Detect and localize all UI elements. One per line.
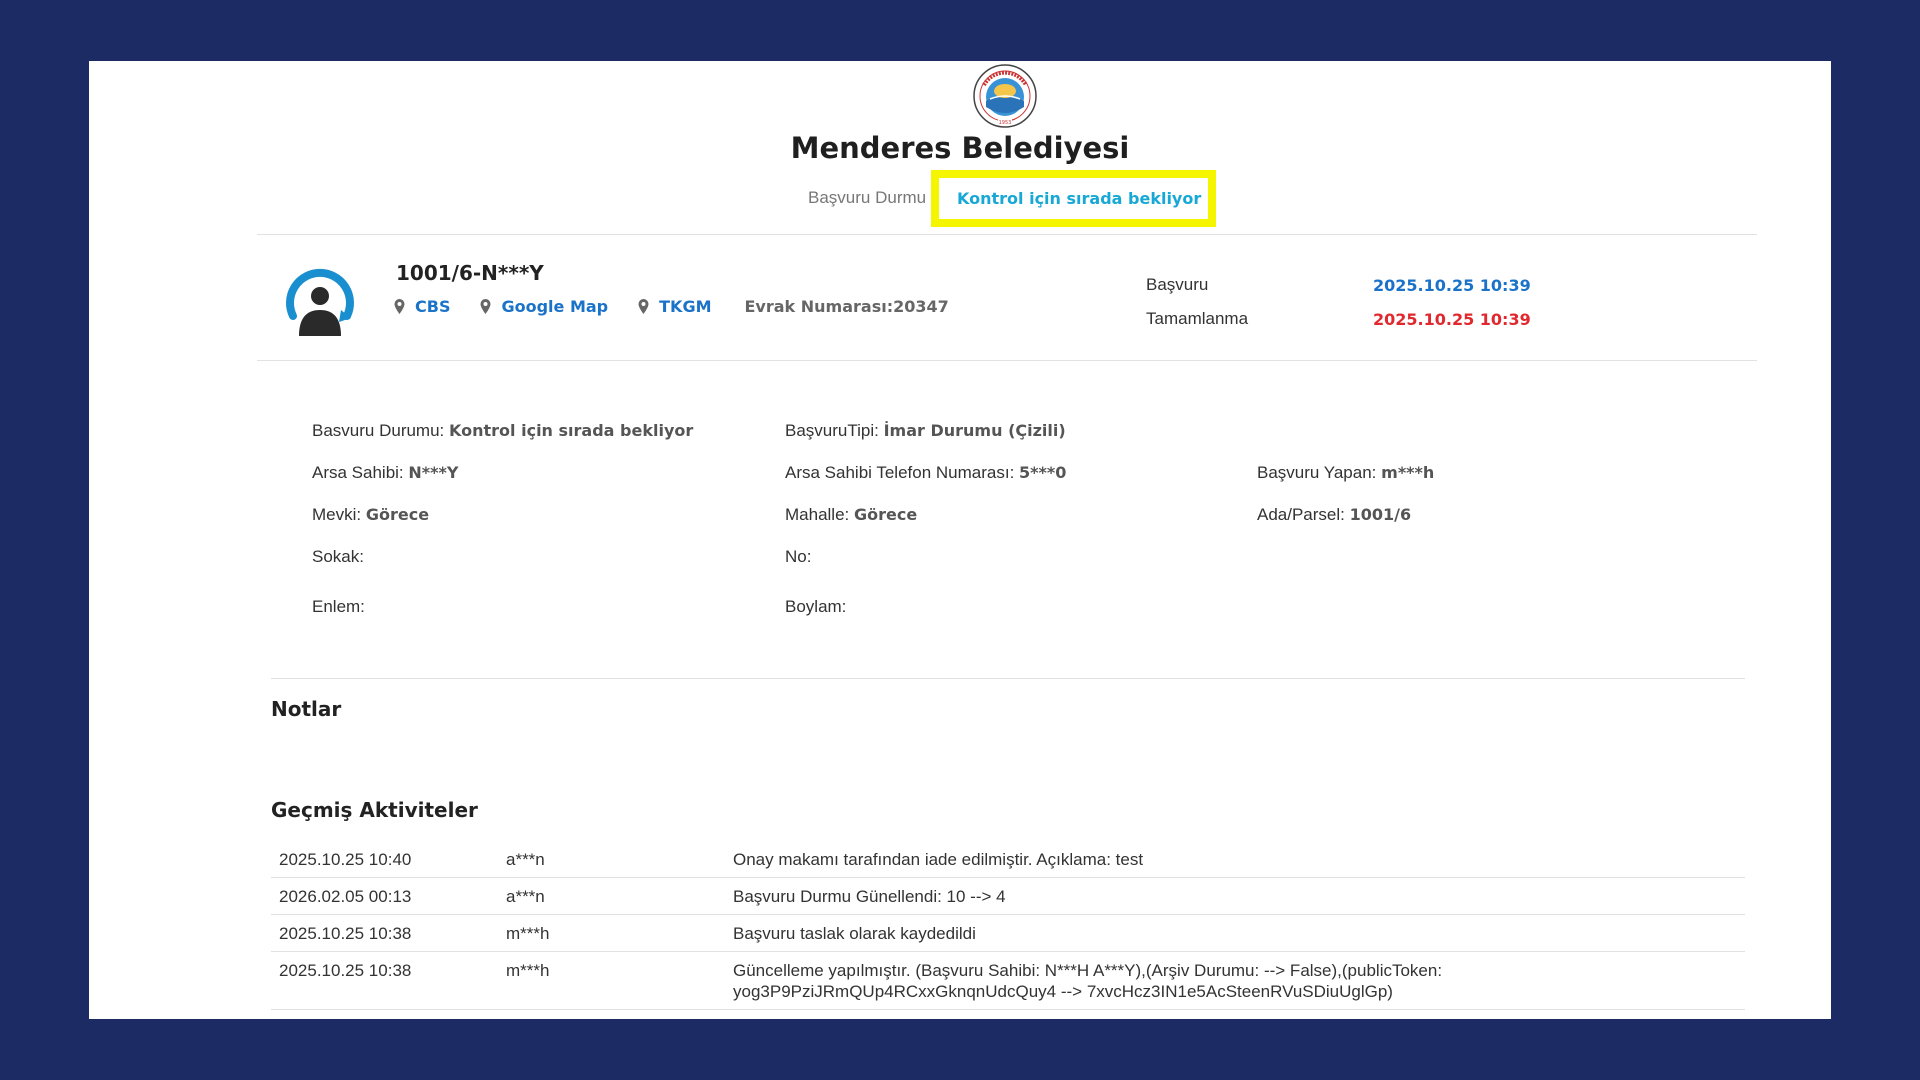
divider (257, 234, 1757, 235)
application-date-value: 2025.10.25 10:39 (1373, 275, 1531, 295)
completion-date-value: 2025.10.25 10:39 (1373, 309, 1531, 329)
detail-label: Başvuru Yapan: (1257, 463, 1377, 482)
application-date-label: Başvuru (1146, 275, 1209, 294)
activities-table: 2025.10.25 10:40 a***n Onay makamı taraf… (271, 841, 1745, 1010)
activity-user: a***n (498, 877, 725, 915)
google-map-link-label: Google Map (501, 297, 609, 316)
detail-latitude: Enlem: (312, 597, 365, 617)
table-row: 2025.10.25 10:38 m***h Güncelleme yapılm… (271, 951, 1745, 1010)
activity-user: m***h (498, 951, 725, 1010)
detail-label: Enlem: (312, 597, 365, 616)
detail-value: 1001/6 (1349, 505, 1412, 524)
detail-label: Boylam: (785, 597, 847, 616)
location-links: CBS Google Map TKGM Evrak Numarası:20347 (394, 297, 949, 316)
detail-application-status: Basvuru Durumu: Kontrol için sırada bekl… (312, 421, 693, 441)
detail-label: Basvuru Durumu: (312, 421, 445, 440)
cbs-link-label: CBS (415, 297, 451, 316)
date-block: Başvuru 2025.10.25 10:39 Tamamlanma 2025… (1146, 268, 1531, 336)
detail-label: Ada/Parsel: (1257, 505, 1345, 524)
applicant-avatar-icon (286, 269, 354, 336)
detail-value: 5***0 (1019, 463, 1067, 482)
cbs-link[interactable]: CBS (394, 297, 450, 316)
activity-user: m***h (498, 914, 725, 952)
divider (257, 360, 1757, 361)
detail-number: No: (785, 547, 811, 567)
detail-owner-phone: Arsa Sahibi Telefon Numarası: 5***0 (785, 463, 1066, 483)
table-row: 2025.10.25 10:38 m***h Başvuru taslak ol… (271, 914, 1745, 952)
status-label: Başvuru Durmu (808, 188, 927, 207)
notes-title: Notlar (271, 697, 342, 721)
detail-label: Mahalle: (785, 505, 850, 524)
status-value: Kontrol için sırada bekliyor (957, 189, 1202, 208)
completion-date-row: Tamamlanma 2025.10.25 10:39 (1146, 302, 1531, 336)
svg-text:1953: 1953 (999, 120, 1012, 126)
detail-locality: Mevki: Görece (312, 505, 429, 525)
table-row: 2025.10.25 10:40 a***n Onay makamı taraf… (271, 841, 1745, 878)
map-pin-icon (480, 299, 491, 314)
detail-value: N***Y (408, 463, 459, 482)
page-title: Menderes Belediyesi (790, 131, 1130, 165)
tkgm-link-label: TKGM (659, 297, 712, 316)
tkgm-link[interactable]: TKGM (638, 297, 712, 316)
detail-label: No: (785, 547, 812, 566)
activity-date: 2025.10.25 10:40 (271, 841, 498, 878)
activity-date: 2026.02.05 00:13 (271, 877, 498, 915)
detail-land-owner: Arsa Sahibi: N***Y (312, 463, 458, 483)
detail-label: Sokak: (312, 547, 364, 566)
detail-label: BaşvuruTipi: (785, 421, 879, 440)
detail-value: m***h (1381, 463, 1435, 482)
municipality-logo: 1953 (973, 64, 1037, 128)
application-detail-page: 1953 Menderes Belediyesi Başvuru Durmu K… (89, 61, 1831, 1019)
table-row: 2026.02.05 00:13 a***n Başvuru Durmu Gün… (271, 877, 1745, 915)
activity-text: Başvuru taslak olarak kaydedildi (725, 914, 1745, 952)
activity-date: 2025.10.25 10:38 (271, 951, 498, 1010)
activity-text: Güncelleme yapılmıştır. (Başvuru Sahibi:… (725, 951, 1745, 1010)
application-date-row: Başvuru 2025.10.25 10:39 (1146, 268, 1531, 302)
detail-longitude: Boylam: (785, 597, 846, 617)
map-pin-icon (394, 299, 405, 314)
detail-block-parcel: Ada/Parsel: 1001/6 (1257, 505, 1411, 525)
activities-title: Geçmiş Aktiviteler (271, 798, 478, 822)
activity-text: Başvuru Durmu Günellendi: 10 --> 4 (725, 877, 1745, 915)
completion-date-label: Tamamlanma (1146, 309, 1249, 328)
detail-label: Arsa Sahibi Telefon Numarası: (785, 463, 1015, 482)
detail-value: İmar Durumu (Çizili) (883, 421, 1066, 440)
detail-neighborhood: Mahalle: Görece (785, 505, 917, 525)
map-pin-icon (638, 299, 649, 314)
activity-user: a***n (498, 841, 725, 878)
document-number: Evrak Numarası:20347 (744, 297, 949, 316)
detail-value: Görece (854, 505, 918, 524)
application-number: 1001/6-N***Y (396, 261, 544, 285)
detail-applicant: Başvuru Yapan: m***h (1257, 463, 1434, 483)
divider (271, 678, 1745, 679)
detail-label: Mevki: (312, 505, 362, 524)
google-map-link[interactable]: Google Map (480, 297, 608, 316)
detail-street: Sokak: (312, 547, 364, 567)
detail-value: Kontrol için sırada bekliyor (449, 421, 694, 440)
status-badge: Kontrol için sırada bekliyor (931, 170, 1216, 227)
detail-application-type: BaşvuruTipi: İmar Durumu (Çizili) (785, 421, 1066, 441)
detail-label: Arsa Sahibi: (312, 463, 404, 482)
activity-text: Onay makamı tarafından iade edilmiştir. … (725, 841, 1745, 878)
detail-value: Görece (365, 505, 430, 524)
activity-date: 2025.10.25 10:38 (271, 914, 498, 952)
